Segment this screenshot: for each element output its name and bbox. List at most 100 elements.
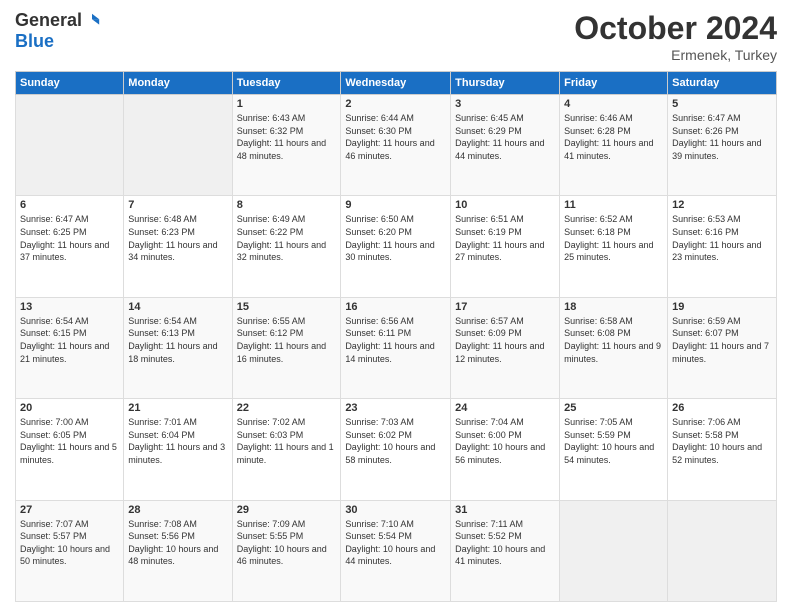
- calendar-day-cell: 11 Sunrise: 6:52 AM Sunset: 6:18 PM Dayl…: [560, 196, 668, 297]
- day-info: Sunrise: 7:00 AM Sunset: 6:05 PM Dayligh…: [20, 416, 119, 466]
- day-info: Sunrise: 6:53 AM Sunset: 6:16 PM Dayligh…: [672, 213, 772, 263]
- logo-flag-icon: [83, 12, 101, 30]
- day-info: Sunrise: 6:51 AM Sunset: 6:19 PM Dayligh…: [455, 213, 555, 263]
- day-info: Sunrise: 6:43 AM Sunset: 6:32 PM Dayligh…: [237, 112, 337, 162]
- day-number: 18: [564, 301, 663, 313]
- day-info: Sunrise: 6:44 AM Sunset: 6:30 PM Dayligh…: [345, 112, 446, 162]
- calendar-week-row: 20 Sunrise: 7:00 AM Sunset: 6:05 PM Dayl…: [16, 399, 777, 500]
- day-info: Sunrise: 6:45 AM Sunset: 6:29 PM Dayligh…: [455, 112, 555, 162]
- day-info: Sunrise: 6:57 AM Sunset: 6:09 PM Dayligh…: [455, 315, 555, 365]
- day-number: 4: [564, 98, 663, 110]
- calendar-day-cell: 29 Sunrise: 7:09 AM Sunset: 5:55 PM Dayl…: [232, 500, 341, 601]
- day-number: 20: [20, 402, 119, 414]
- calendar-day-cell: 31 Sunrise: 7:11 AM Sunset: 5:52 PM Dayl…: [451, 500, 560, 601]
- day-info: Sunrise: 6:54 AM Sunset: 6:15 PM Dayligh…: [20, 315, 119, 365]
- day-info: Sunrise: 7:05 AM Sunset: 5:59 PM Dayligh…: [564, 416, 663, 466]
- day-info: Sunrise: 6:47 AM Sunset: 6:25 PM Dayligh…: [20, 213, 119, 263]
- day-number: 9: [345, 199, 446, 211]
- day-info: Sunrise: 7:09 AM Sunset: 5:55 PM Dayligh…: [237, 518, 337, 568]
- day-number: 12: [672, 199, 772, 211]
- calendar-day-cell: [16, 95, 124, 196]
- day-info: Sunrise: 7:10 AM Sunset: 5:54 PM Dayligh…: [345, 518, 446, 568]
- calendar-week-row: 27 Sunrise: 7:07 AM Sunset: 5:57 PM Dayl…: [16, 500, 777, 601]
- calendar-week-row: 1 Sunrise: 6:43 AM Sunset: 6:32 PM Dayli…: [16, 95, 777, 196]
- day-number: 23: [345, 402, 446, 414]
- month-title: October 2024: [574, 10, 777, 47]
- day-info: Sunrise: 6:54 AM Sunset: 6:13 PM Dayligh…: [128, 315, 227, 365]
- calendar-day-cell: 23 Sunrise: 7:03 AM Sunset: 6:02 PM Dayl…: [341, 399, 451, 500]
- day-number: 25: [564, 402, 663, 414]
- title-block: October 2024 Ermenek, Turkey: [574, 10, 777, 63]
- day-number: 15: [237, 301, 337, 313]
- day-number: 21: [128, 402, 227, 414]
- logo-blue-text: Blue: [15, 31, 54, 52]
- calendar-week-row: 6 Sunrise: 6:47 AM Sunset: 6:25 PM Dayli…: [16, 196, 777, 297]
- day-number: 26: [672, 402, 772, 414]
- calendar-day-cell: 12 Sunrise: 6:53 AM Sunset: 6:16 PM Dayl…: [668, 196, 777, 297]
- calendar-day-cell: 19 Sunrise: 6:59 AM Sunset: 6:07 PM Dayl…: [668, 297, 777, 398]
- day-number: 1: [237, 98, 337, 110]
- day-info: Sunrise: 7:02 AM Sunset: 6:03 PM Dayligh…: [237, 416, 337, 466]
- weekday-header: Sunday: [16, 72, 124, 95]
- weekday-header: Tuesday: [232, 72, 341, 95]
- day-number: 17: [455, 301, 555, 313]
- day-info: Sunrise: 7:07 AM Sunset: 5:57 PM Dayligh…: [20, 518, 119, 568]
- day-info: Sunrise: 6:46 AM Sunset: 6:28 PM Dayligh…: [564, 112, 663, 162]
- calendar-header-row: SundayMondayTuesdayWednesdayThursdayFrid…: [16, 72, 777, 95]
- calendar-day-cell: 13 Sunrise: 6:54 AM Sunset: 6:15 PM Dayl…: [16, 297, 124, 398]
- location-subtitle: Ermenek, Turkey: [574, 47, 777, 63]
- day-number: 29: [237, 504, 337, 516]
- calendar-day-cell: 7 Sunrise: 6:48 AM Sunset: 6:23 PM Dayli…: [124, 196, 232, 297]
- weekday-header: Wednesday: [341, 72, 451, 95]
- day-number: 2: [345, 98, 446, 110]
- day-info: Sunrise: 6:59 AM Sunset: 6:07 PM Dayligh…: [672, 315, 772, 365]
- calendar-day-cell: 1 Sunrise: 6:43 AM Sunset: 6:32 PM Dayli…: [232, 95, 341, 196]
- calendar-day-cell: [124, 95, 232, 196]
- day-info: Sunrise: 6:49 AM Sunset: 6:22 PM Dayligh…: [237, 213, 337, 263]
- logo: General Blue: [15, 10, 101, 52]
- calendar-day-cell: 18 Sunrise: 6:58 AM Sunset: 6:08 PM Dayl…: [560, 297, 668, 398]
- day-number: 16: [345, 301, 446, 313]
- weekday-header: Thursday: [451, 72, 560, 95]
- calendar-week-row: 13 Sunrise: 6:54 AM Sunset: 6:15 PM Dayl…: [16, 297, 777, 398]
- calendar-day-cell: 30 Sunrise: 7:10 AM Sunset: 5:54 PM Dayl…: [341, 500, 451, 601]
- weekday-header: Monday: [124, 72, 232, 95]
- calendar-day-cell: 21 Sunrise: 7:01 AM Sunset: 6:04 PM Dayl…: [124, 399, 232, 500]
- day-number: 7: [128, 199, 227, 211]
- weekday-header: Friday: [560, 72, 668, 95]
- day-number: 30: [345, 504, 446, 516]
- day-number: 6: [20, 199, 119, 211]
- calendar-day-cell: 3 Sunrise: 6:45 AM Sunset: 6:29 PM Dayli…: [451, 95, 560, 196]
- day-info: Sunrise: 7:08 AM Sunset: 5:56 PM Dayligh…: [128, 518, 227, 568]
- day-info: Sunrise: 7:11 AM Sunset: 5:52 PM Dayligh…: [455, 518, 555, 568]
- calendar-day-cell: 5 Sunrise: 6:47 AM Sunset: 6:26 PM Dayli…: [668, 95, 777, 196]
- calendar-day-cell: 10 Sunrise: 6:51 AM Sunset: 6:19 PM Dayl…: [451, 196, 560, 297]
- calendar-day-cell: 27 Sunrise: 7:07 AM Sunset: 5:57 PM Dayl…: [16, 500, 124, 601]
- calendar-day-cell: 26 Sunrise: 7:06 AM Sunset: 5:58 PM Dayl…: [668, 399, 777, 500]
- calendar-day-cell: 16 Sunrise: 6:56 AM Sunset: 6:11 PM Dayl…: [341, 297, 451, 398]
- day-number: 11: [564, 199, 663, 211]
- calendar-day-cell: 4 Sunrise: 6:46 AM Sunset: 6:28 PM Dayli…: [560, 95, 668, 196]
- day-number: 28: [128, 504, 227, 516]
- day-number: 27: [20, 504, 119, 516]
- day-number: 10: [455, 199, 555, 211]
- calendar-day-cell: 24 Sunrise: 7:04 AM Sunset: 6:00 PM Dayl…: [451, 399, 560, 500]
- day-number: 24: [455, 402, 555, 414]
- calendar-day-cell: 17 Sunrise: 6:57 AM Sunset: 6:09 PM Dayl…: [451, 297, 560, 398]
- day-info: Sunrise: 7:01 AM Sunset: 6:04 PM Dayligh…: [128, 416, 227, 466]
- day-info: Sunrise: 6:50 AM Sunset: 6:20 PM Dayligh…: [345, 213, 446, 263]
- calendar-table: SundayMondayTuesdayWednesdayThursdayFrid…: [15, 71, 777, 602]
- calendar-day-cell: 14 Sunrise: 6:54 AM Sunset: 6:13 PM Dayl…: [124, 297, 232, 398]
- day-number: 31: [455, 504, 555, 516]
- day-info: Sunrise: 7:06 AM Sunset: 5:58 PM Dayligh…: [672, 416, 772, 466]
- calendar-day-cell: 2 Sunrise: 6:44 AM Sunset: 6:30 PM Dayli…: [341, 95, 451, 196]
- day-info: Sunrise: 6:52 AM Sunset: 6:18 PM Dayligh…: [564, 213, 663, 263]
- day-info: Sunrise: 6:58 AM Sunset: 6:08 PM Dayligh…: [564, 315, 663, 365]
- calendar-day-cell: [560, 500, 668, 601]
- calendar-day-cell: 15 Sunrise: 6:55 AM Sunset: 6:12 PM Dayl…: [232, 297, 341, 398]
- day-number: 3: [455, 98, 555, 110]
- calendar-day-cell: 9 Sunrise: 6:50 AM Sunset: 6:20 PM Dayli…: [341, 196, 451, 297]
- day-number: 5: [672, 98, 772, 110]
- header: General Blue October 2024 Ermenek, Turke…: [15, 10, 777, 63]
- calendar-day-cell: 6 Sunrise: 6:47 AM Sunset: 6:25 PM Dayli…: [16, 196, 124, 297]
